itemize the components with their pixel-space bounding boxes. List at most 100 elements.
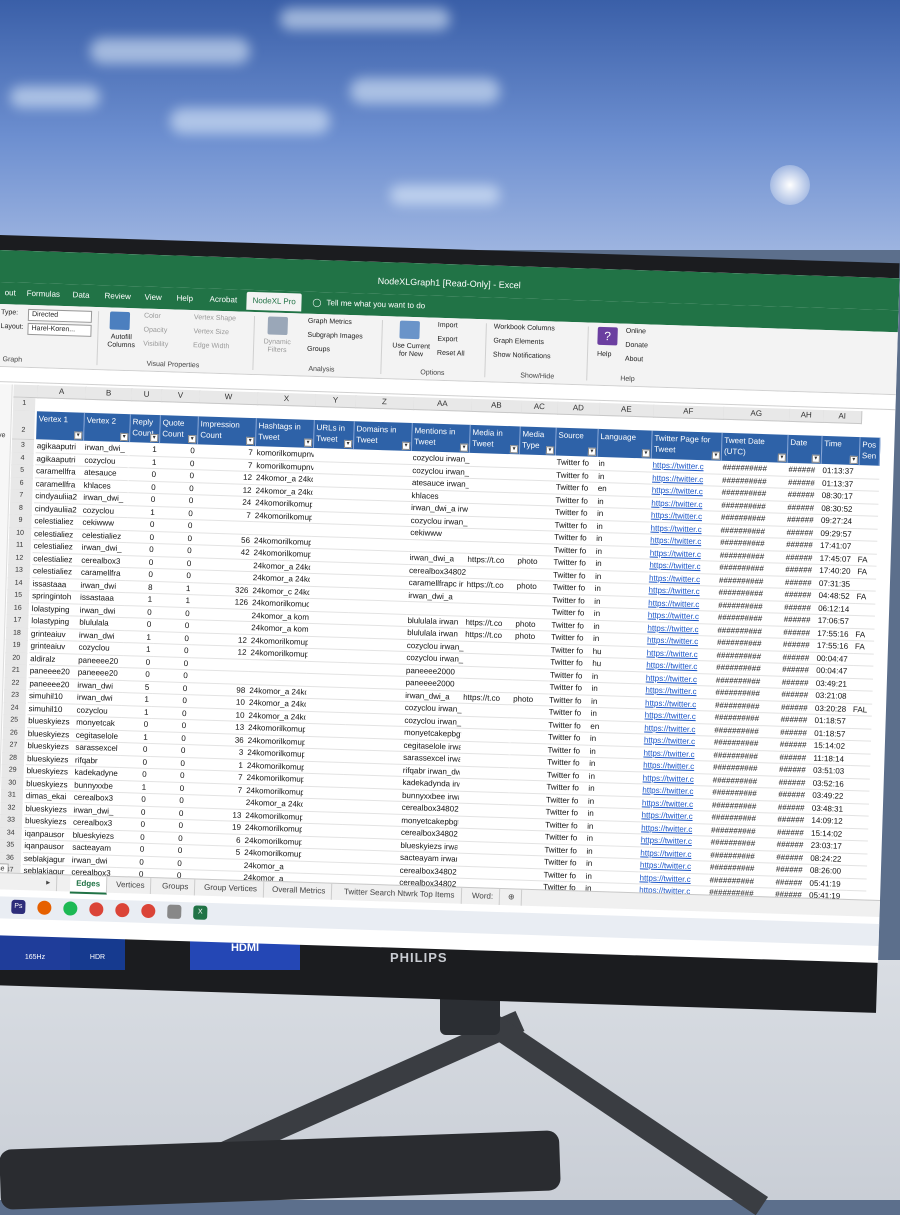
- column-header[interactable]: Impression Count ▾: [197, 416, 257, 447]
- chrome-icon[interactable]: [89, 902, 104, 917]
- table-cell[interactable]: 17:06:57: [816, 614, 855, 629]
- table-cell[interactable]: ######: [786, 476, 822, 490]
- table-cell[interactable]: [519, 467, 556, 482]
- filter-dropdown-icon[interactable]: ▾: [343, 439, 353, 449]
- table-cell[interactable]: 17:41:07: [818, 539, 858, 554]
- column-letter[interactable]: AA: [413, 397, 473, 412]
- table-cell[interactable]: ######: [777, 763, 813, 778]
- filter-dropdown-icon[interactable]: ▾: [509, 445, 519, 454]
- table-cell[interactable]: 0: [128, 468, 160, 482]
- filter-dropdown-icon[interactable]: ▾: [849, 455, 858, 465]
- table-cell[interactable]: [303, 761, 345, 776]
- column-header[interactable]: Pos Sen: [859, 437, 881, 466]
- column-header[interactable]: Language ▾: [597, 428, 653, 459]
- use-current-for-new-button[interactable]: Use Current for New: [389, 342, 433, 359]
- column-header[interactable]: URLs in Tweet ▾: [313, 419, 355, 450]
- table-cell[interactable]: 1: [124, 593, 156, 607]
- table-cell[interactable]: ######: [784, 551, 819, 565]
- tab-review[interactable]: Review: [98, 287, 137, 306]
- table-cell[interactable]: ######: [781, 651, 816, 665]
- edge-width-button[interactable]: Edge Width: [193, 342, 229, 350]
- help-button[interactable]: Help: [597, 351, 612, 358]
- table-cell[interactable]: 03:49:21: [814, 677, 853, 691]
- table-cell[interactable]: ######: [780, 688, 815, 703]
- table-cell[interactable]: 0: [151, 706, 190, 721]
- table-cell[interactable]: [513, 642, 550, 657]
- filter-dropdown-icon[interactable]: ▾: [545, 446, 555, 455]
- table-cell[interactable]: 01:18:57: [813, 727, 852, 741]
- table-cell[interactable]: 03:51:03: [811, 764, 851, 779]
- filter-dropdown-icon[interactable]: ▾: [150, 433, 159, 443]
- table-cell[interactable]: [510, 742, 547, 757]
- opacity-button[interactable]: Opacity: [143, 327, 167, 335]
- table-cell[interactable]: [306, 661, 348, 676]
- vertex-shape-button[interactable]: Vertex Shape: [194, 314, 236, 322]
- table-cell[interactable]: ######: [780, 676, 815, 690]
- table-cell[interactable]: [507, 842, 544, 857]
- table-cell[interactable]: [848, 803, 870, 817]
- table-cell[interactable]: 03:48:31: [810, 802, 850, 816]
- table-cell[interactable]: [852, 666, 874, 680]
- table-cell[interactable]: [307, 636, 348, 651]
- table-cell[interactable]: [850, 753, 871, 767]
- column-header[interactable]: Twitter Page for Tweet ▾: [651, 430, 723, 461]
- table-cell[interactable]: ######: [778, 738, 814, 753]
- column-letter[interactable]: A: [37, 385, 87, 400]
- table-cell[interactable]: 03:21:08: [814, 689, 853, 704]
- sheet-tab-groups[interactable]: Groups: [155, 878, 196, 896]
- table-cell[interactable]: [509, 767, 546, 782]
- table-cell[interactable]: [309, 586, 350, 601]
- table-cell[interactable]: ######: [787, 463, 822, 478]
- column-header[interactable]: Media in Tweet ▾: [469, 424, 521, 455]
- table-cell[interactable]: 0: [124, 618, 155, 632]
- layout-select[interactable]: Harel-Koren...: [27, 322, 92, 337]
- column-header[interactable]: Time ▾: [821, 435, 861, 466]
- excel-icon[interactable]: X: [193, 905, 208, 920]
- table-cell[interactable]: [515, 592, 552, 607]
- table-cell[interactable]: [849, 778, 870, 792]
- table-cell[interactable]: 0: [152, 656, 192, 671]
- tab-data[interactable]: Data: [66, 286, 95, 305]
- table-cell[interactable]: [518, 480, 556, 495]
- column-header[interactable]: Tweet Date (UTC) ▾: [721, 432, 789, 463]
- table-cell[interactable]: 00:04:47: [815, 652, 854, 667]
- tab-acrobat[interactable]: Acrobat: [203, 290, 243, 309]
- online-button[interactable]: Online: [626, 328, 646, 336]
- table-cell[interactable]: ######: [775, 851, 810, 865]
- table-cell[interactable]: 0: [149, 756, 189, 771]
- table-cell[interactable]: [306, 673, 347, 688]
- column-letter[interactable]: AE: [599, 402, 655, 418]
- table-cell[interactable]: [311, 523, 352, 538]
- table-cell[interactable]: FA: [854, 628, 875, 642]
- table-cell[interactable]: ######: [782, 601, 818, 615]
- table-cell[interactable]: ######: [779, 701, 815, 715]
- table-cell[interactable]: 17:55:16: [816, 627, 855, 642]
- workbook-columns-button[interactable]: Workbook Columns: [494, 324, 555, 333]
- column-letter[interactable]: B: [85, 386, 133, 402]
- table-cell[interactable]: 23:03:17: [809, 839, 848, 854]
- table-cell[interactable]: ######: [782, 626, 817, 640]
- groups-button[interactable]: Groups: [307, 346, 330, 354]
- table-cell[interactable]: [847, 828, 869, 842]
- table-cell[interactable]: ######: [784, 563, 819, 578]
- table-cell[interactable]: [517, 505, 555, 520]
- table-cell[interactable]: [508, 805, 545, 819]
- column-letter[interactable]: V: [161, 389, 201, 404]
- table-cell[interactable]: 11:18:14: [812, 752, 851, 766]
- sheet-tab-overall-metrics[interactable]: Overall Metrics: [265, 881, 333, 900]
- table-cell[interactable]: [858, 491, 879, 505]
- table-cell[interactable]: 1: [129, 455, 160, 470]
- table-cell[interactable]: ######: [783, 576, 819, 590]
- column-letter[interactable]: U: [131, 388, 163, 403]
- table-cell[interactable]: [310, 536, 352, 551]
- table-cell[interactable]: 09:27:24: [819, 514, 859, 529]
- column-letter[interactable]: Z: [355, 395, 415, 411]
- table-cell[interactable]: ######: [786, 501, 821, 515]
- filter-dropdown-icon[interactable]: ▾: [711, 451, 721, 460]
- about-button[interactable]: About: [625, 356, 644, 364]
- color-button[interactable]: Color: [144, 313, 161, 321]
- table-cell[interactable]: 0: [125, 568, 157, 582]
- table-cell[interactable]: [853, 653, 874, 667]
- table-cell[interactable]: 5: [122, 680, 153, 694]
- table-cell[interactable]: 0: [148, 793, 187, 808]
